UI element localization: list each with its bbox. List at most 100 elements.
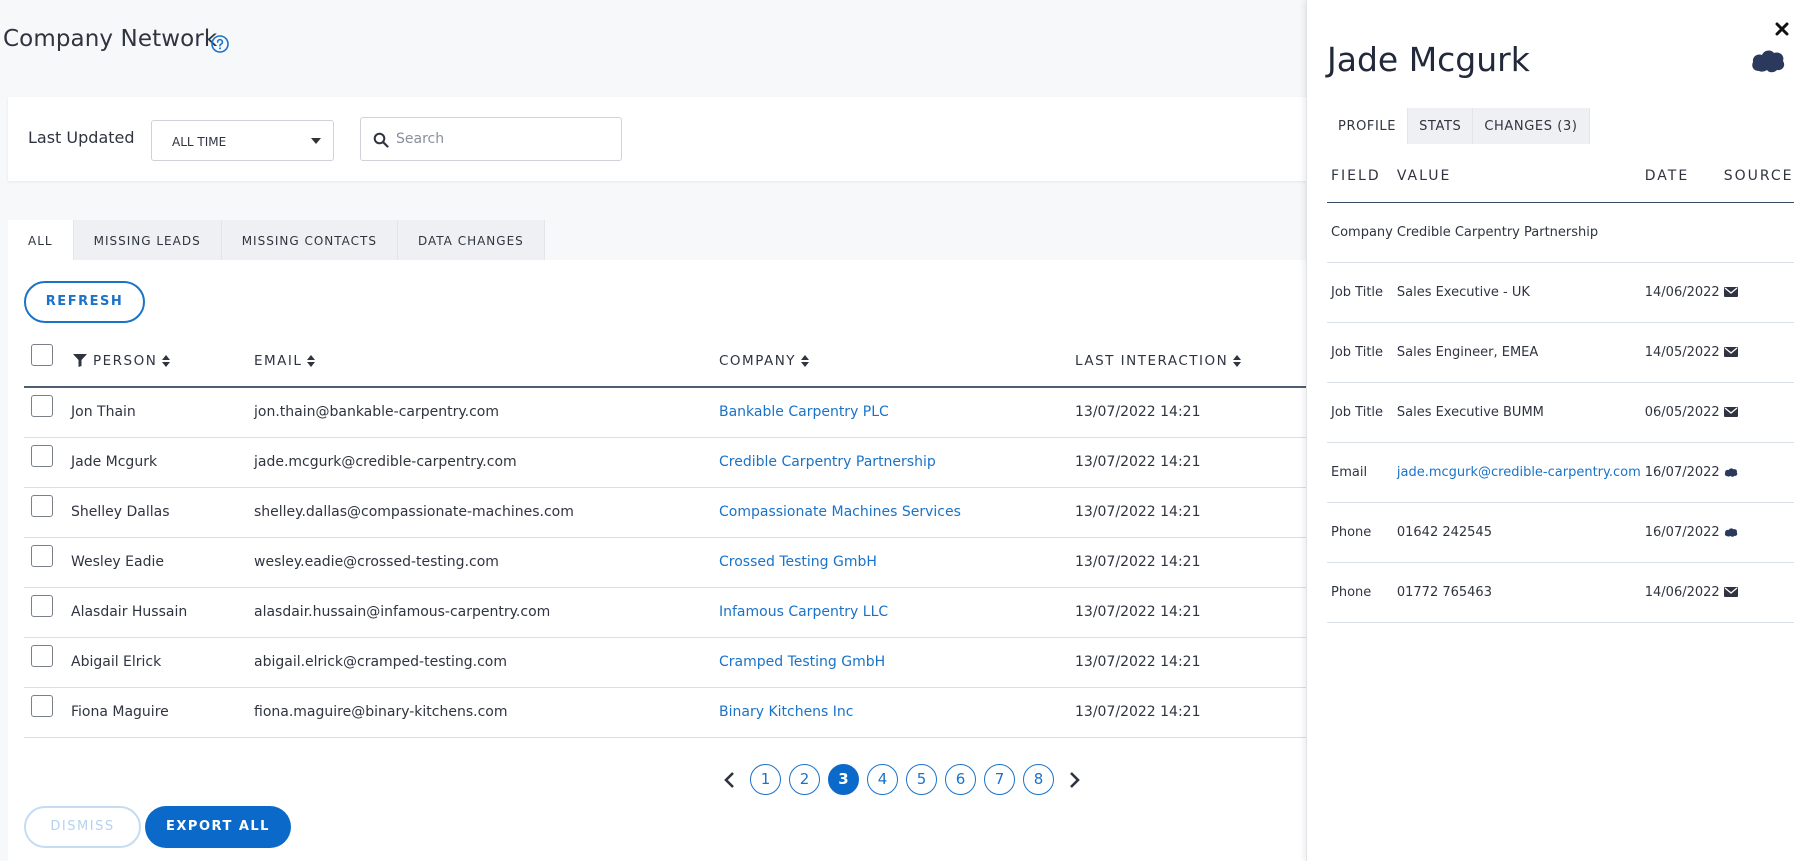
person-email: wesley.eadie@crossed-testing.com: [254, 537, 719, 588]
tab-missing-contacts[interactable]: MISSING CONTACTS: [221, 220, 398, 260]
chevron-right-icon[interactable]: [1066, 771, 1082, 789]
profile-row: Job Title Sales Engineer, EMEA 14/05/202…: [1327, 322, 1794, 383]
panel-tabs: PROFILE STATS CHANGES (3): [1327, 108, 1590, 144]
close-icon[interactable]: [1775, 22, 1789, 36]
tab-missing-leads[interactable]: MISSING LEADS: [73, 220, 222, 260]
row-checkbox[interactable]: [31, 695, 53, 717]
field-source: [1719, 202, 1794, 263]
row-checkbox[interactable]: [31, 445, 53, 467]
profile-row: Email jade.mcgurk@credible-carpentry.com…: [1327, 442, 1794, 503]
page-button-7[interactable]: 7: [984, 764, 1015, 795]
table-row[interactable]: Alasdair Hussain alasdair.hussain@infamo…: [24, 587, 1308, 638]
filter-bar: Last Updated ALL TIME: [8, 97, 1308, 181]
people-table: PERSON EMAIL COMPANY LAST INTERACTION Jo…: [24, 335, 1308, 738]
company-link[interactable]: Crossed Testing GmbH: [719, 537, 1075, 588]
row-checkbox[interactable]: [31, 595, 53, 617]
column-person-label: PERSON: [93, 352, 158, 369]
row-checkbox[interactable]: [31, 645, 53, 667]
help-icon[interactable]: [210, 34, 230, 54]
field-value: 01642 242545: [1392, 502, 1641, 563]
field-date: 14/06/2022: [1640, 262, 1720, 323]
company-link[interactable]: Cramped Testing GmbH: [719, 637, 1075, 688]
row-checkbox[interactable]: [31, 545, 53, 567]
last-interaction: 13/07/2022 14:21: [1075, 437, 1308, 488]
field-date: 14/06/2022: [1640, 562, 1720, 623]
export-all-button[interactable]: EXPORT ALL: [145, 806, 291, 848]
company-link[interactable]: Bankable Carpentry PLC: [719, 387, 1075, 438]
cloud-icon: [1724, 468, 1737, 477]
field-date: 14/05/2022: [1640, 322, 1720, 383]
table-row[interactable]: Shelley Dallas shelley.dallas@compassion…: [24, 487, 1308, 538]
page-button-1[interactable]: 1: [750, 764, 781, 795]
field-name: Phone: [1327, 562, 1393, 623]
tab-data-changes[interactable]: DATA CHANGES: [397, 220, 545, 260]
field-value: Sales Executive BUMM: [1392, 382, 1641, 443]
company-link[interactable]: Credible Carpentry Partnership: [719, 437, 1075, 488]
field-name: Job Title: [1327, 382, 1393, 443]
field-name: Phone: [1327, 502, 1393, 563]
sort-icon[interactable]: [1233, 354, 1242, 367]
page-button-4[interactable]: 4: [867, 764, 898, 795]
profile-row: Job Title Sales Executive BUMM 06/05/202…: [1327, 382, 1794, 443]
caret-down-icon: [311, 138, 321, 144]
panel-title: Jade Mcgurk: [1327, 40, 1530, 79]
column-company[interactable]: COMPANY: [719, 335, 1075, 388]
sort-icon[interactable]: [801, 354, 810, 367]
mail-icon: [1723, 347, 1738, 357]
row-checkbox[interactable]: [31, 495, 53, 517]
tab-stats[interactable]: STATS: [1408, 108, 1474, 144]
person-email: shelley.dallas@compassionate-machines.co…: [254, 487, 719, 538]
main-tabs: ALL MISSING LEADS MISSING CONTACTS DATA …: [8, 220, 545, 260]
column-field: FIELD: [1327, 150, 1393, 203]
row-checkbox[interactable]: [31, 395, 53, 418]
profile-row: Phone 01772 765463 14/06/2022: [1327, 562, 1794, 623]
page-button-5[interactable]: 5: [906, 764, 937, 795]
table-row[interactable]: Abigail Elrick abigail.elrick@cramped-te…: [24, 637, 1308, 688]
last-updated-select[interactable]: ALL TIME: [151, 120, 334, 161]
tab-all[interactable]: ALL: [8, 220, 74, 260]
company-link[interactable]: Infamous Carpentry LLC: [719, 587, 1075, 638]
last-interaction: 13/07/2022 14:21: [1075, 687, 1308, 738]
chevron-left-icon[interactable]: [722, 771, 738, 789]
search-input[interactable]: [394, 128, 614, 150]
search-icon: [373, 132, 389, 148]
mail-icon: [1723, 587, 1738, 597]
dismiss-button[interactable]: DISMISS: [24, 806, 141, 848]
table-row[interactable]: Jon Thain jon.thain@bankable-carpentry.c…: [24, 387, 1308, 438]
field-source: [1719, 562, 1794, 623]
column-last-interaction[interactable]: LAST INTERACTION: [1075, 335, 1308, 388]
person-name: Jade Mcgurk: [71, 437, 254, 488]
column-email[interactable]: EMAIL: [254, 335, 719, 388]
person-email: jade.mcgurk@credible-carpentry.com: [254, 437, 719, 488]
sort-icon[interactable]: [307, 354, 316, 367]
table-row[interactable]: Fiona Maguire fiona.maguire@binary-kitch…: [24, 687, 1308, 738]
page-button-3[interactable]: 3: [828, 764, 859, 795]
field-date: 16/07/2022: [1640, 442, 1720, 503]
table-row[interactable]: Jade Mcgurk jade.mcgurk@credible-carpent…: [24, 437, 1308, 488]
field-source: [1719, 502, 1794, 563]
tab-profile[interactable]: PROFILE: [1327, 108, 1409, 144]
tab-changes[interactable]: CHANGES (3): [1473, 108, 1590, 144]
search-box[interactable]: [360, 117, 622, 161]
refresh-button[interactable]: REFRESH: [24, 281, 145, 323]
column-date: DATE: [1640, 150, 1720, 203]
column-company-label: COMPANY: [719, 352, 797, 369]
field-source: [1719, 322, 1794, 383]
field-value-link[interactable]: jade.mcgurk@credible-carpentry.com: [1392, 442, 1641, 503]
field-value: Sales Engineer, EMEA: [1392, 322, 1641, 383]
column-value: VALUE: [1392, 150, 1641, 203]
table-row[interactable]: Wesley Eadie wesley.eadie@crossed-testin…: [24, 537, 1308, 588]
select-all-checkbox[interactable]: [31, 343, 53, 366]
sort-icon[interactable]: [162, 354, 171, 367]
filter-icon[interactable]: [73, 354, 87, 367]
column-email-label: EMAIL: [254, 352, 303, 369]
column-person[interactable]: PERSON: [71, 335, 254, 388]
last-interaction: 13/07/2022 14:21: [1075, 637, 1308, 688]
field-name: Company: [1327, 202, 1393, 263]
mail-icon: [1723, 407, 1738, 417]
page-button-6[interactable]: 6: [945, 764, 976, 795]
page-button-2[interactable]: 2: [789, 764, 820, 795]
company-link[interactable]: Binary Kitchens Inc: [719, 687, 1075, 738]
page-button-8[interactable]: 8: [1023, 764, 1054, 795]
company-link[interactable]: Compassionate Machines Services: [719, 487, 1075, 538]
